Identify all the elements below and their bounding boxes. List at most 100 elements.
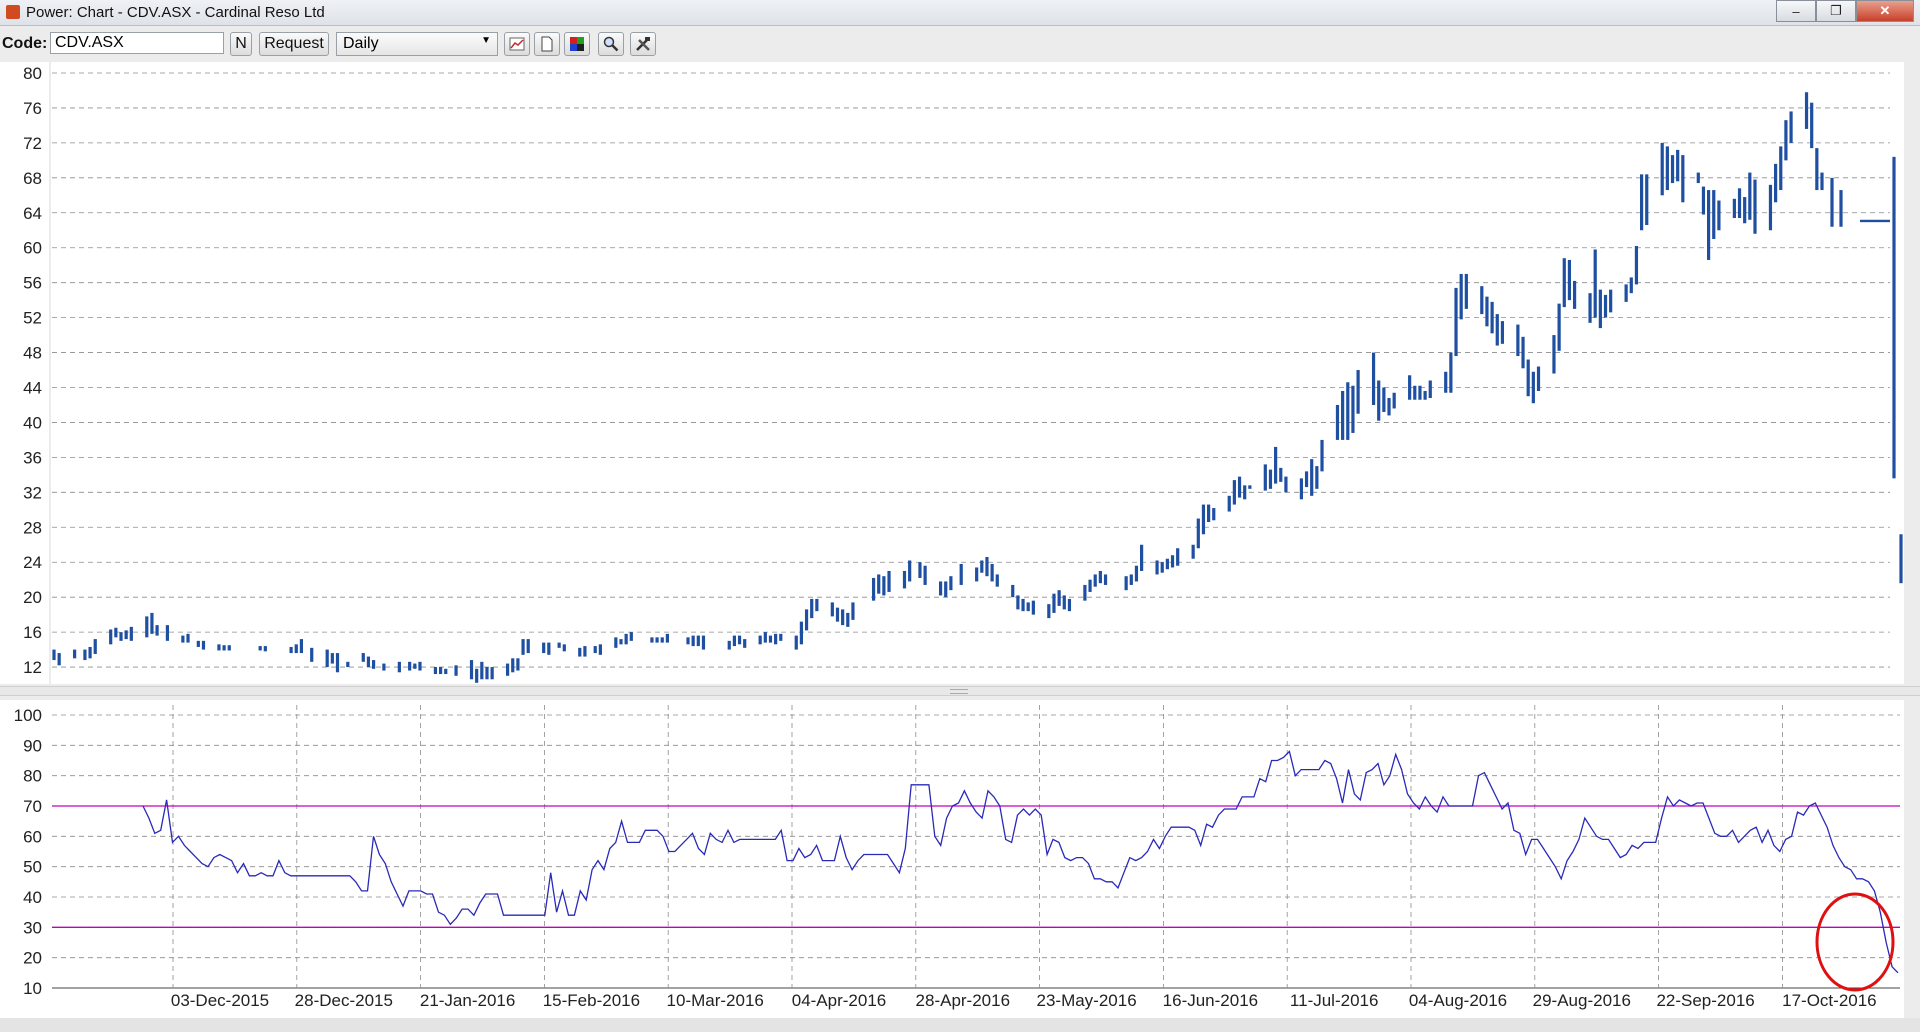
price-bar <box>1449 352 1453 393</box>
maximize-button[interactable]: ❐ <box>1816 0 1856 22</box>
price-bar <box>119 632 123 641</box>
price-chart[interactable]: 12 16 20 24 28 32 36 40 44 48 52 56 60 64 68 72 76 80 <box>0 62 1904 684</box>
price-y-tick-label: 44 <box>23 379 42 398</box>
price-bar <box>691 635 695 647</box>
price-bar <box>222 645 226 651</box>
price-y-tick-label: 32 <box>23 483 42 502</box>
app-icon <box>6 5 20 19</box>
price-bar <box>696 635 700 647</box>
oscillator-panel: 10 20 30 40 50 60 70 80 90 100 03-Dec-2015 28-Dec-… <box>0 700 1904 1018</box>
price-bar <box>73 649 77 659</box>
price-bar <box>882 576 886 596</box>
chart-type-icon-glyph <box>509 37 525 51</box>
request-button[interactable]: Request <box>259 32 329 56</box>
oscillator-y-tick-label: 100 <box>14 706 42 725</box>
n-button[interactable]: N <box>230 32 252 56</box>
close-button[interactable]: ✕ <box>1856 0 1914 22</box>
price-bar <box>1227 495 1231 512</box>
price-bar <box>1480 286 1484 315</box>
toolbar: Code: CDV.ASX N Request Daily ▼ <box>0 26 1920 60</box>
price-bar <box>1170 555 1175 568</box>
oscillator-x-tick-label: 04-Aug-2016 <box>1409 991 1507 1010</box>
price-bar <box>1243 485 1247 500</box>
price-bar <box>1557 303 1561 351</box>
oscillator-x-tick-label: 03-Dec-2015 <box>171 991 269 1010</box>
price-bar <box>516 658 520 671</box>
price-bar <box>923 565 927 585</box>
price-bar <box>655 637 659 643</box>
price-bar <box>1521 336 1525 369</box>
price-bar <box>361 653 365 662</box>
price-bar <box>918 562 922 578</box>
tools-icon[interactable] <box>630 32 656 56</box>
price-bar <box>1304 471 1309 488</box>
oscillator-y-axis: 10 20 30 40 50 60 70 80 90 100 <box>14 706 42 998</box>
price-bar <box>1444 371 1448 393</box>
price-bar <box>1191 544 1195 559</box>
price-bar <box>1495 314 1499 346</box>
price-bar <box>1268 469 1273 489</box>
price-bar <box>1660 142 1664 196</box>
price-bar <box>1624 284 1628 302</box>
price-bar <box>949 576 953 591</box>
price-bar <box>804 609 809 631</box>
oscillator-chart[interactable]: 10 20 30 40 50 60 70 80 90 100 03-Dec-2015 28-Dec-… <box>0 700 1904 1018</box>
price-bar <box>1572 280 1577 309</box>
price-bar <box>1567 259 1572 301</box>
price-y-tick-label: 48 <box>23 344 42 363</box>
window-titlebar: Power: Chart - CDV.ASX - Cardinal Reso L… <box>0 0 1920 26</box>
price-bar <box>1088 579 1092 592</box>
minimize-button[interactable]: – <box>1776 0 1816 22</box>
price-bar <box>1768 184 1773 231</box>
price-bar <box>408 661 412 671</box>
price-bar <box>1588 293 1592 323</box>
price-bar <box>1382 387 1386 412</box>
price-bar <box>1464 273 1468 309</box>
price-bar <box>475 668 479 683</box>
price-bar <box>217 644 221 651</box>
price-bar <box>1536 366 1541 391</box>
price-bar <box>366 656 371 668</box>
price-bar <box>1057 590 1061 606</box>
price-bar <box>995 574 999 587</box>
price-bar <box>835 607 840 622</box>
price-bar <box>701 635 706 650</box>
period-select[interactable]: Daily ▼ <box>336 32 498 56</box>
price-bar <box>485 667 489 680</box>
price-bar <box>1665 146 1669 191</box>
price-bar <box>454 665 458 676</box>
price-bar <box>1774 163 1778 203</box>
price-bar <box>578 647 582 657</box>
oscillator-x-tick-label: 16-Jun-2016 <box>1163 991 1258 1010</box>
price-bar <box>294 644 298 654</box>
price-bar <box>1201 504 1206 535</box>
price-bar <box>1598 289 1602 329</box>
price-bar <box>593 646 597 654</box>
price-bar <box>1016 595 1020 610</box>
price-bar <box>1067 598 1072 612</box>
price-bar <box>1232 480 1236 505</box>
price-bar <box>1681 155 1685 203</box>
price-bar <box>1377 380 1381 421</box>
new-document-icon[interactable] <box>534 32 560 56</box>
price-bar <box>1408 375 1412 400</box>
price-bar <box>124 630 128 640</box>
price-bar <box>944 581 948 598</box>
chart-type-icon[interactable] <box>504 32 530 56</box>
chevron-down-icon: ▼ <box>481 35 491 46</box>
color-palette-icon[interactable] <box>564 32 590 56</box>
tools-icon-glyph <box>636 37 650 51</box>
panel-splitter[interactable] <box>0 686 1920 696</box>
price-bar <box>1062 595 1066 610</box>
price-bar <box>908 560 912 582</box>
price-bar <box>1490 301 1494 334</box>
price-bar <box>186 633 190 643</box>
code-input[interactable]: CDV.ASX <box>50 32 224 54</box>
price-bar <box>1124 576 1128 591</box>
price-bar <box>1335 404 1340 440</box>
price-bar <box>1176 548 1180 566</box>
price-bar <box>1279 467 1283 482</box>
price-bar <box>310 647 314 662</box>
price-bar <box>598 644 602 655</box>
zoom-icon[interactable] <box>598 32 624 56</box>
